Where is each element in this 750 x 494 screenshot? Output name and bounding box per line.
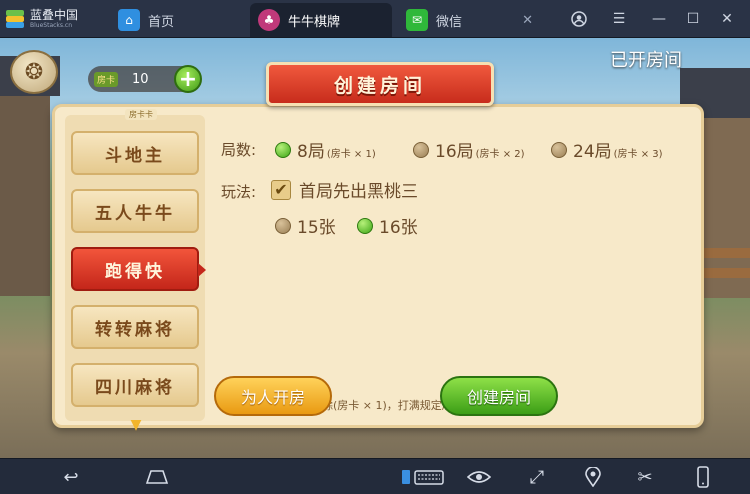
- mode-item-paodekuai[interactable]: 跑得快: [71, 247, 206, 291]
- dialog-title-ribbon: 创建房间: [266, 62, 494, 106]
- rounds-option-label: 24局: [573, 142, 612, 162]
- mode-item-zhuanzhuan-majiang[interactable]: 转转麻将: [71, 305, 199, 349]
- mode-item-sichuan-majiang[interactable]: 四川麻将: [71, 363, 199, 407]
- tab-game-label: 牛牛棋牌: [288, 14, 341, 30]
- opened-rooms-button[interactable]: 已开房间: [590, 42, 702, 76]
- bluestacks-logo-icon: [4, 8, 26, 30]
- background-plank: [700, 268, 750, 278]
- room-card-badge: 房卡: [94, 71, 119, 87]
- tab-home[interactable]: ⌂ 首页: [110, 3, 240, 37]
- wechat-icon: ✉: [406, 9, 428, 31]
- rounds-option-24[interactable]: 24局 (房卡 × 3): [551, 137, 663, 162]
- window-titlebar: 蓝叠中国 BlueStacks.cn ⌂ 首页 ♣ 牛牛棋牌 ✉ 微信 ✕ ☰ …: [0, 0, 750, 38]
- first-spade-three-checkbox[interactable]: ✔ 首局先出黑桃三: [271, 177, 418, 202]
- mode-item-wuren-niuniu[interactable]: 五人牛牛: [71, 189, 199, 233]
- add-room-card-button[interactable]: +: [174, 65, 202, 93]
- rounds-option-8[interactable]: 8局 (房卡 × 1): [275, 137, 376, 162]
- room-card-counter: 房卡 10 +: [88, 65, 202, 93]
- fullscreen-icon[interactable]: ⤢: [524, 465, 550, 489]
- cards-option-16[interactable]: 16张: [357, 213, 418, 238]
- radio-unselected-icon: [551, 141, 567, 158]
- back-icon[interactable]: ↩: [58, 465, 84, 489]
- scissors-icon[interactable]: ✂: [632, 465, 658, 489]
- rounds-option-label: 8局: [297, 142, 325, 162]
- game-screen: ❂ 房卡 10 + 已开房间 房卡卡 斗地主 五人牛牛 跑得快 转转麻将 四川麻…: [0, 38, 750, 458]
- tab-close-icon[interactable]: ✕: [522, 13, 533, 28]
- close-icon[interactable]: ✕: [714, 6, 740, 32]
- open-for-others-button[interactable]: 为人开房: [214, 376, 332, 416]
- minimize-icon[interactable]: —: [646, 6, 672, 32]
- rounds-option-16[interactable]: 16局 (房卡 × 2): [413, 137, 525, 162]
- tab-wechat[interactable]: ✉ 微信 ✕: [398, 3, 543, 37]
- home-nav-icon[interactable]: [144, 465, 170, 489]
- cloud-swirl-icon: ❂: [24, 59, 44, 85]
- play-label: 玩法:: [221, 183, 257, 201]
- create-room-button[interactable]: 创建房间: [440, 376, 558, 416]
- tab-wechat-label: 微信: [436, 14, 463, 30]
- maximize-icon[interactable]: ☐: [680, 6, 706, 32]
- background-building: [0, 96, 50, 296]
- radio-unselected-icon: [275, 217, 291, 234]
- eye-icon[interactable]: [466, 465, 492, 489]
- sidebar-tag: 房卡卡: [125, 109, 157, 120]
- tab-home-label: 首页: [148, 14, 175, 30]
- back-button[interactable]: ❂: [10, 50, 58, 94]
- rounds-option-cost: (房卡 × 3): [613, 149, 663, 160]
- rounds-option-cost: (房卡 × 2): [475, 149, 525, 160]
- radio-selected-icon: [275, 141, 291, 158]
- game-app-icon: ♣: [258, 9, 280, 31]
- game-mode-sidebar: 房卡卡 斗地主 五人牛牛 跑得快 转转麻将 四川麻将 ▼: [65, 109, 206, 433]
- radio-selected-icon: [357, 217, 373, 234]
- brand-name: 蓝叠中国: [30, 8, 79, 22]
- mode-item-doudizhu[interactable]: 斗地主: [71, 131, 199, 175]
- emulator-bottom-bar: ↩ ⤢ ✂: [0, 458, 750, 494]
- rounds-option-cost: (房卡 × 1): [326, 149, 376, 160]
- create-room-dialog: 房卡卡 斗地主 五人牛牛 跑得快 转转麻将 四川麻将 ▼ 局数: 8局 (房卡 …: [52, 104, 704, 433]
- cards-option-label: 16张: [379, 218, 418, 238]
- room-card-count: 10: [132, 71, 149, 87]
- bluestacks-logo[interactable]: 蓝叠中国 BlueStacks.cn: [4, 5, 94, 33]
- cards-option-15[interactable]: 15张: [275, 213, 336, 238]
- location-icon[interactable]: [580, 465, 606, 489]
- radio-unselected-icon: [413, 141, 429, 158]
- phone-rotate-icon[interactable]: [690, 465, 716, 489]
- keyboard-icon[interactable]: [400, 465, 446, 489]
- background-plank: [700, 248, 750, 258]
- dialog-title: 创建房间: [333, 74, 426, 97]
- first-spade-three-label: 首局先出黑桃三: [299, 182, 418, 202]
- rounds-label: 局数:: [221, 141, 257, 159]
- menu-icon[interactable]: ☰: [606, 6, 632, 32]
- tab-game[interactable]: ♣ 牛牛棋牌: [250, 3, 392, 37]
- cards-option-label: 15张: [297, 218, 336, 238]
- home-icon: ⌂: [118, 9, 140, 31]
- account-icon[interactable]: [566, 6, 592, 32]
- brand-sub: BlueStacks.cn: [30, 22, 73, 29]
- checkmark-icon: ✔: [271, 179, 291, 200]
- rounds-option-label: 16局: [435, 142, 474, 162]
- scroll-down-icon[interactable]: ▼: [125, 417, 147, 433]
